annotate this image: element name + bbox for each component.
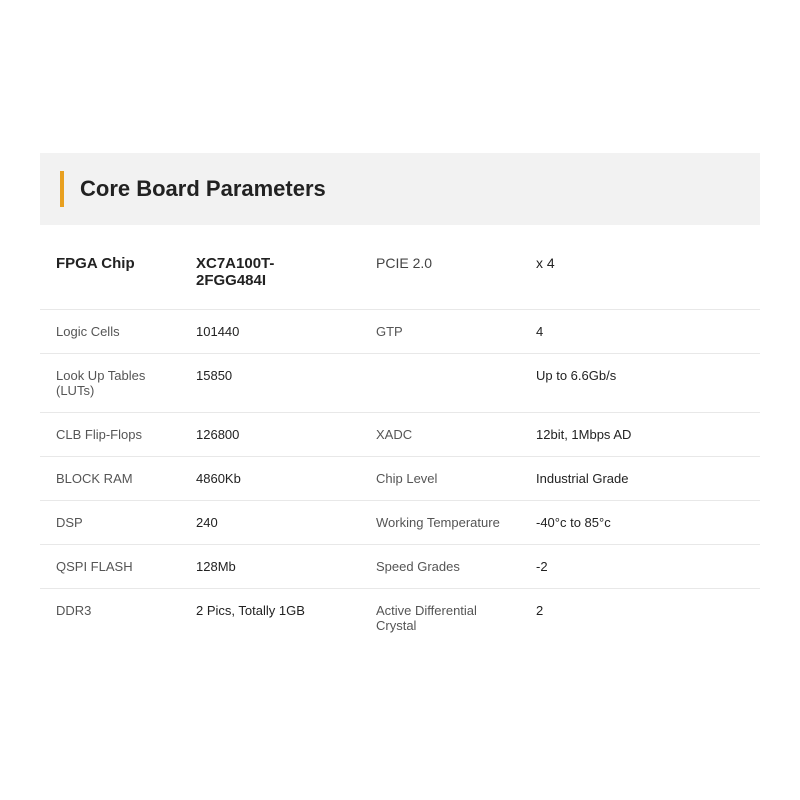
param-label2-4: Chip Level	[360, 457, 520, 501]
table-row: DDR32 Pics, Totally 1GBActive Differenti…	[40, 589, 760, 648]
param-value2-1: 4	[520, 310, 760, 354]
param-label-4: BLOCK RAM	[40, 457, 180, 501]
param-value2-7: 2	[520, 589, 760, 648]
table-row: CLB Flip-Flops126800XADC12bit, 1Mbps AD	[40, 413, 760, 457]
param-value2-0: x 4	[520, 235, 760, 310]
param-value2-4: Industrial Grade	[520, 457, 760, 501]
table-row: Logic Cells101440GTP4	[40, 310, 760, 354]
section-header: Core Board Parameters	[40, 153, 760, 225]
table-row: QSPI FLASH128MbSpeed Grades-2	[40, 545, 760, 589]
param-label-6: QSPI FLASH	[40, 545, 180, 589]
param-label-0: FPGA Chip	[40, 235, 180, 310]
param-value-5: 240	[180, 501, 360, 545]
table-row: BLOCK RAM4860KbChip LevelIndustrial Grad…	[40, 457, 760, 501]
param-label-3: CLB Flip-Flops	[40, 413, 180, 457]
param-value-7: 2 Pics, Totally 1GB	[180, 589, 360, 648]
param-label-5: DSP	[40, 501, 180, 545]
accent-bar	[60, 171, 64, 207]
param-value-0: XC7A100T-2FGG484I	[180, 235, 360, 310]
param-label2-1: GTP	[360, 310, 520, 354]
param-value-3: 126800	[180, 413, 360, 457]
param-value-6: 128Mb	[180, 545, 360, 589]
param-label2-2	[360, 354, 520, 413]
param-label-7: DDR3	[40, 589, 180, 648]
section-title: Core Board Parameters	[80, 176, 326, 202]
param-label2-0: PCIE 2.0	[360, 235, 520, 310]
param-value2-2: Up to 6.6Gb/s	[520, 354, 760, 413]
param-value2-3: 12bit, 1Mbps AD	[520, 413, 760, 457]
param-label-2: Look Up Tables (LUTs)	[40, 354, 180, 413]
param-label2-7: Active Differential Crystal	[360, 589, 520, 648]
param-value-4: 4860Kb	[180, 457, 360, 501]
param-label-1: Logic Cells	[40, 310, 180, 354]
param-value-1: 101440	[180, 310, 360, 354]
param-value2-6: -2	[520, 545, 760, 589]
param-label2-3: XADC	[360, 413, 520, 457]
table-row: Look Up Tables (LUTs)15850 Up to 6.6Gb/s	[40, 354, 760, 413]
param-label2-6: Speed Grades	[360, 545, 520, 589]
param-value2-5: -40°c to 85°c	[520, 501, 760, 545]
main-container: Core Board Parameters FPGA ChipXC7A100T-…	[40, 153, 760, 647]
param-label2-5: Working Temperature	[360, 501, 520, 545]
param-value-2: 15850	[180, 354, 360, 413]
table-row: DSP240Working Temperature-40°c to 85°c	[40, 501, 760, 545]
params-table: FPGA ChipXC7A100T-2FGG484IPCIE 2.0x 4Log…	[40, 235, 760, 647]
table-row: FPGA ChipXC7A100T-2FGG484IPCIE 2.0x 4	[40, 235, 760, 310]
